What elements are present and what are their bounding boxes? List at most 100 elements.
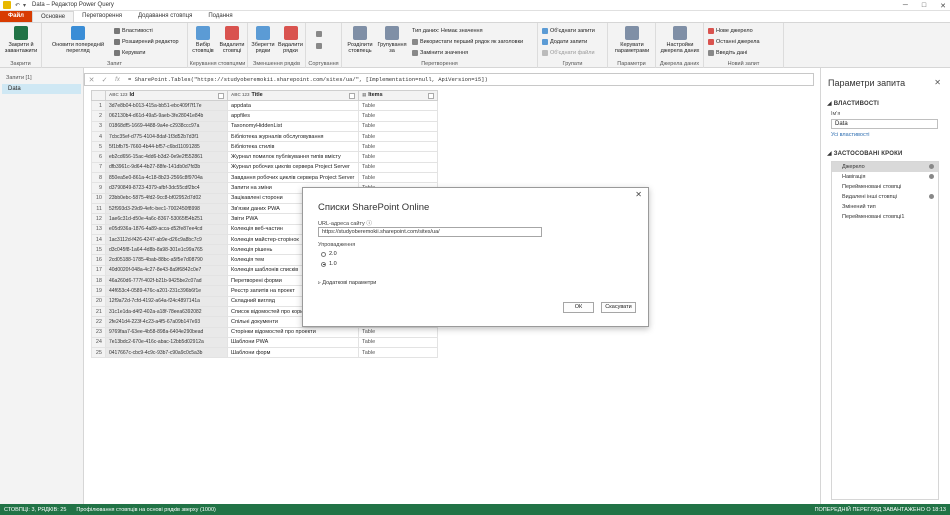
- id-cell[interactable]: 46a260d6-777f-402f-b21b-9425be2c07ad: [105, 275, 228, 287]
- id-cell[interactable]: dfb3961c-9d64-4b27-88fe-141db0d7fd3b: [105, 161, 228, 174]
- gear-icon[interactable]: [929, 194, 934, 199]
- row-number-cell[interactable]: 12: [91, 213, 106, 225]
- row-number-cell[interactable]: 13: [91, 223, 106, 235]
- id-cell[interactable]: 1ac3112d-f426-4247-ab9e-d26c9a8bc7c9: [105, 233, 228, 246]
- manage-button[interactable]: Керувати: [114, 50, 145, 56]
- row-number-cell[interactable]: 11: [91, 202, 106, 215]
- radio-2-0[interactable]: 2.0: [321, 251, 337, 257]
- items-cell[interactable]: Table: [358, 141, 438, 153]
- tab-home[interactable]: Основне: [31, 11, 75, 22]
- row-number-cell[interactable]: 22: [91, 316, 106, 328]
- row-number-cell[interactable]: 20: [91, 295, 106, 307]
- items-cell[interactable]: Table: [358, 151, 438, 163]
- keep-rows-button[interactable]: Зберегти рядки: [250, 26, 276, 54]
- title-cell[interactable]: Завдання робочих циклів сервера Project …: [227, 172, 359, 184]
- id-cell[interactable]: 44f653c4-0589-476c-a201-231c396b6f1e: [105, 285, 228, 297]
- advanced-options-toggle[interactable]: ▹ Додаткові параметри: [318, 280, 376, 286]
- site-url-input[interactable]: https://studyoberemokii.sharepoint.com/s…: [318, 227, 542, 237]
- tab-file[interactable]: Файл: [0, 11, 32, 22]
- row-number-cell[interactable]: 1: [91, 99, 106, 112]
- row-number-cell[interactable]: 21: [91, 305, 106, 318]
- enter-data-button[interactable]: Введіть дані: [708, 50, 747, 56]
- title-cell[interactable]: Журнал помилок публікування типів вмісту: [227, 151, 359, 163]
- row-number-cell[interactable]: 5: [91, 141, 106, 153]
- refresh-preview-button[interactable]: Оновити попередній перегляд: [48, 26, 108, 54]
- close-window-button[interactable]: ✕: [940, 2, 946, 10]
- row-number-cell[interactable]: 23: [91, 326, 106, 338]
- type-icon[interactable]: ABC 123: [231, 92, 250, 97]
- id-cell[interactable]: 23bb0ebc-5875-4fd2-9cc8-bf02952d7d02: [105, 192, 228, 204]
- maximize-button[interactable]: □: [922, 2, 926, 9]
- title-cell[interactable]: Шаблони форм: [227, 347, 359, 359]
- title-cell[interactable]: TaxonomyHiddenList: [227, 120, 359, 132]
- dialog-close-icon[interactable]: ✕: [635, 190, 642, 199]
- applied-step[interactable]: Джерело: [832, 162, 938, 172]
- id-cell[interactable]: 9769faa7-63ee-4b58-898a-6404e290bead: [105, 326, 228, 338]
- corner-cell[interactable]: [91, 90, 106, 101]
- row-number-cell[interactable]: 3: [91, 120, 106, 132]
- column-header-items[interactable]: ▦ Items: [358, 90, 438, 101]
- applied-step[interactable]: Перейменовані стовпці: [832, 182, 938, 192]
- split-column-button[interactable]: Розділити стовпець: [344, 26, 376, 54]
- id-cell[interactable]: 062130b4-d61d-49a5-9aeb-3fe28041e84b: [105, 110, 228, 122]
- tab-transform[interactable]: Перетворення: [74, 11, 130, 22]
- choose-columns-button[interactable]: Вибір стовпців: [190, 26, 216, 54]
- quick-access-dropdown-icon[interactable]: ▾: [23, 2, 26, 9]
- row-number-cell[interactable]: 10: [91, 192, 106, 204]
- cancel-button[interactable]: Скасувати: [601, 302, 636, 313]
- row-number-cell[interactable]: 24: [91, 336, 106, 349]
- table-row[interactable]: 24 7e13bdc2-670e-416c-abac-12bb5d02912a Ша…: [91, 336, 438, 349]
- new-source-button[interactable]: Нове джерело: [708, 28, 753, 34]
- row-number-cell[interactable]: 18: [91, 275, 106, 287]
- table-row[interactable]: 4 7cbc35ef-d775-4104-8daf-1f3d52b7d3f1 Біб…: [91, 130, 438, 143]
- row-number-cell[interactable]: 14: [91, 233, 106, 246]
- combine-files-button[interactable]: Об'єднати файли: [542, 50, 595, 56]
- sort-ascending-button[interactable]: [316, 31, 322, 37]
- items-cell[interactable]: Table: [358, 120, 438, 132]
- advanced-editor-button[interactable]: Розширений редактор: [114, 39, 179, 45]
- table-row[interactable]: 8 850ea5e0-861a-4c18-8b23-2566c8f9704a Зав…: [91, 172, 438, 184]
- formula-accept-icon[interactable]: ✓: [98, 76, 111, 84]
- formula-input[interactable]: = SharePoint.Tables("https://studyoberem…: [128, 76, 488, 83]
- table-type-icon[interactable]: ▦: [362, 92, 366, 97]
- id-cell[interactable]: eb2cd656-15ac-4dd6-b3d2-0e9e2f552861: [105, 151, 228, 163]
- applied-step[interactable]: Перейменовані стовпці1: [832, 212, 938, 222]
- id-cell[interactable]: 7cbc35ef-d775-4104-8daf-1f3d52b7d3f1: [105, 130, 228, 143]
- replace-values-button[interactable]: Замінити значення: [412, 50, 468, 56]
- id-cell[interactable]: 2cd05188-1785-4bab-88bc-a5f5e7d08790: [105, 254, 228, 266]
- queries-header[interactable]: Запити [1]: [6, 75, 83, 81]
- title-cell[interactable]: Журнал робочих циклів сервера Project Se…: [227, 161, 359, 174]
- group-by-button[interactable]: Групування за: [377, 26, 407, 54]
- gear-icon[interactable]: [929, 164, 934, 169]
- id-cell[interactable]: 52f993d3-29d9-4efc-bec1-7002450f8998: [105, 202, 228, 215]
- items-cell[interactable]: Table: [358, 130, 438, 143]
- title-cell[interactable]: Сторінки відомостей про проекти: [227, 326, 359, 338]
- row-number-cell[interactable]: 7: [91, 161, 106, 174]
- id-cell[interactable]: e05d936a-1876-4a89-acca-d52fe87ee4cd: [105, 223, 228, 235]
- formula-cancel-icon[interactable]: ✕: [85, 76, 98, 84]
- type-icon[interactable]: ABC 123: [109, 92, 128, 97]
- items-cell[interactable]: Table: [358, 110, 438, 122]
- id-cell[interactable]: d3c045f8-1a64-4d8b-8a98-301e1c99a765: [105, 244, 228, 256]
- merge-queries-button[interactable]: Об'єднати запити: [542, 28, 595, 34]
- close-apply-button[interactable]: Закрити й завантажити: [4, 26, 38, 54]
- table-row[interactable]: 5 5f1bfb75-7660-4b44-bf57-c6bd11091285 Біб…: [91, 141, 438, 153]
- table-row[interactable]: 23 9769faa7-63ee-4b58-898a-6404e290bead Ст…: [91, 326, 438, 338]
- manage-parameters-button[interactable]: Керувати параметрами: [610, 26, 654, 54]
- table-row[interactable]: 25 0417667c-cbc9-4c9c-93b7-c90a9c0c5a3b Ша…: [91, 347, 438, 359]
- table-row[interactable]: 2 062130b4-d61d-49a5-9aeb-3fe28041e84b app…: [91, 110, 438, 122]
- row-number-cell[interactable]: 4: [91, 130, 106, 143]
- id-cell[interactable]: 31c1e1da-d4f2-402a-a18f-78eea6392082: [105, 305, 228, 318]
- sort-descending-button[interactable]: [316, 43, 322, 49]
- title-cell[interactable]: appfiles: [227, 110, 359, 122]
- id-cell[interactable]: 40d0020f-048a-4c27-8e43-8a9f6842c0e7: [105, 264, 228, 277]
- data-source-settings-button[interactable]: Настройки джерела даних: [658, 26, 702, 54]
- row-number-cell[interactable]: 25: [91, 347, 106, 359]
- table-row[interactable]: 7 dfb3961c-9d64-4b27-88fe-141db0d7fd3b Жур…: [91, 161, 438, 174]
- append-queries-button[interactable]: Додати запити: [542, 39, 587, 45]
- close-settings-icon[interactable]: ✕: [934, 78, 941, 87]
- column-header-title[interactable]: ABC 123 Title: [227, 90, 359, 101]
- id-cell[interactable]: 2fe241d4-223f-4c23-a4f5-67a09b147e93: [105, 316, 228, 328]
- row-number-cell[interactable]: 2: [91, 110, 106, 122]
- id-cell[interactable]: 12f9a72d-7cfd-4192-a64a-f24c4897141a: [105, 295, 228, 307]
